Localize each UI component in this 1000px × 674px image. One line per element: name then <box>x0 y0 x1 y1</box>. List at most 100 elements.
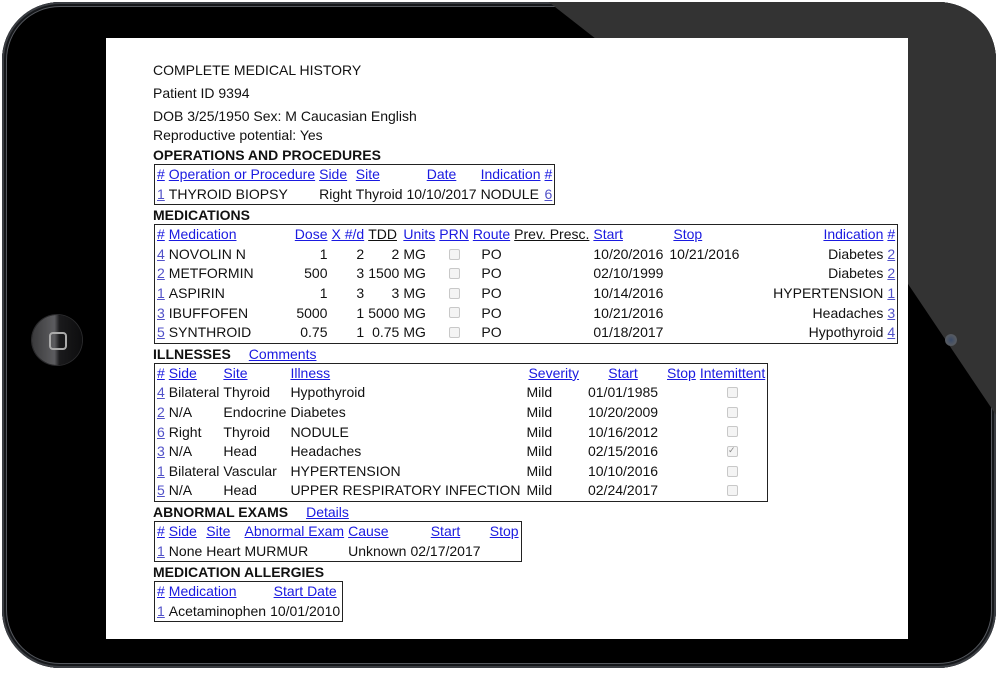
col-header-medication[interactable]: Medication <box>169 583 237 599</box>
comments-link[interactable]: Comments <box>249 346 317 362</box>
col-header-frequency[interactable]: X #/d <box>331 226 364 242</box>
start-cell: 10/10/2016 <box>587 462 659 479</box>
illness-cell: Headaches <box>290 443 362 460</box>
row-number-link[interactable]: 3 <box>157 443 165 459</box>
prn-checkbox[interactable] <box>448 248 460 260</box>
indication-ref-link[interactable]: 1 <box>887 285 895 301</box>
home-button-icon[interactable] <box>32 315 82 365</box>
site-cell: Head <box>223 443 257 460</box>
units-cell: MG <box>403 265 426 282</box>
prn-checkbox[interactable] <box>448 287 460 299</box>
row-number-link[interactable]: 4 <box>157 384 165 400</box>
col-header-indication[interactable]: Indication <box>481 166 541 182</box>
prev-presc-cell <box>512 323 591 343</box>
intermittent-checkbox[interactable] <box>727 387 739 399</box>
col-header-indication[interactable]: Indication <box>823 226 883 242</box>
row-number-link[interactable]: 2 <box>157 265 165 281</box>
table-row: 2 N/A Endocrine Diabetes Mild 10/20/2009 <box>155 403 767 423</box>
row-number-link[interactable]: 1 <box>157 186 165 202</box>
dose-cell: 0.75 <box>300 324 328 341</box>
indication-ref-link[interactable]: 3 <box>887 305 895 321</box>
row-number-link[interactable]: 3 <box>157 305 165 321</box>
row-number-link[interactable]: 1 <box>157 543 165 559</box>
col-header-num[interactable]: # <box>157 583 165 599</box>
site-cell: Head <box>223 482 257 499</box>
col-header-num[interactable]: # <box>157 226 165 242</box>
route-cell: PO <box>481 245 502 262</box>
procedure-cell: THYROID BIOPSY <box>168 185 288 202</box>
intermittent-checkbox[interactable] <box>727 465 739 477</box>
col-header-prn[interactable]: PRN <box>439 226 469 242</box>
severity-cell: Mild <box>526 443 553 460</box>
start-cell: 01/18/2017 <box>593 324 664 341</box>
col-header-site[interactable]: Site <box>206 523 230 539</box>
row-number-link[interactable]: 1 <box>157 463 165 479</box>
medication-cell: Acetaminophen <box>168 602 267 619</box>
col-header-stop[interactable]: Stop <box>673 226 702 242</box>
col-header-side[interactable]: Side <box>319 166 347 182</box>
row-number-link[interactable]: 1 <box>157 603 165 619</box>
indication-cell: Diabetes <box>828 265 884 282</box>
col-header-num[interactable]: # <box>157 523 165 539</box>
col-header-start[interactable]: Start <box>608 365 638 381</box>
table-header-row: # Operation or Procedure Side Site Date … <box>155 165 554 185</box>
prev-presc-cell <box>512 245 591 265</box>
row-number-link[interactable]: 5 <box>157 324 165 340</box>
col-header-stop[interactable]: Stop <box>667 365 696 381</box>
prn-checkbox[interactable] <box>448 268 460 280</box>
prev-presc-cell <box>512 304 591 324</box>
indication-ref-link[interactable]: 2 <box>887 246 895 262</box>
stop-cell <box>665 481 698 501</box>
page-title: COMPLETE MEDICAL HISTORY <box>153 62 362 78</box>
col-header-site[interactable]: Site <box>223 365 247 381</box>
col-header-side[interactable]: Side <box>169 365 197 381</box>
col-header-start[interactable]: Start <box>431 523 461 539</box>
col-header-dose[interactable]: Dose <box>295 226 328 242</box>
prev-presc-cell <box>512 284 591 304</box>
table-row: 3 IBUFFOFEN 5000 1 5000 MG PO 10/21/2016 Headach… <box>155 304 897 324</box>
illnesses-title: ILLNESSES <box>153 345 231 362</box>
col-header-stop[interactable]: Stop <box>490 523 519 539</box>
frequency-cell: 1 <box>356 304 365 321</box>
row-number-link[interactable]: 4 <box>157 246 165 262</box>
col-header-severity[interactable]: Severity <box>528 365 579 381</box>
col-header-start-date[interactable]: Start Date <box>274 583 337 599</box>
row-number-link[interactable]: 6 <box>157 424 165 440</box>
medication-cell: IBUFFOFEN <box>168 304 249 321</box>
prn-checkbox[interactable] <box>448 326 460 338</box>
indication-ref-link[interactable]: 2 <box>887 265 895 281</box>
col-header-route[interactable]: Route <box>473 226 510 242</box>
col-header-site[interactable]: Site <box>356 166 380 182</box>
col-header-ref[interactable]: # <box>545 166 553 182</box>
col-header-ref[interactable]: # <box>887 226 895 242</box>
start-cell: 01/01/1985 <box>587 384 659 401</box>
intermittent-checkbox[interactable] <box>727 406 739 418</box>
prn-checkbox[interactable] <box>448 307 460 319</box>
indication-ref-link[interactable]: 6 <box>545 186 553 202</box>
details-link[interactable]: Details <box>306 504 349 520</box>
illness-cell: Hypothyroid <box>290 384 366 401</box>
row-number-link[interactable]: 5 <box>157 482 165 498</box>
col-header-units[interactable]: Units <box>403 226 435 242</box>
row-number-link[interactable]: 1 <box>157 285 165 301</box>
col-header-date[interactable]: Date <box>427 166 457 182</box>
demographics: DOB 3/25/1950 Sex: M Caucasian English <box>153 108 417 124</box>
site-cell: Heart <box>206 542 241 559</box>
units-cell: MG <box>403 245 426 262</box>
row-number-link[interactable]: 2 <box>157 404 165 420</box>
intermittent-checkbox[interactable] <box>727 441 739 461</box>
col-header-num[interactable]: # <box>157 365 165 381</box>
col-header-tdd: TDD <box>368 226 397 243</box>
col-header-medication[interactable]: Medication <box>169 226 237 242</box>
col-header-num[interactable]: # <box>157 166 165 182</box>
col-header-side[interactable]: Side <box>169 523 197 539</box>
intermittent-checkbox[interactable] <box>727 426 739 438</box>
col-header-procedure[interactable]: Operation or Procedure <box>169 166 315 182</box>
indication-ref-link[interactable]: 4 <box>887 324 895 340</box>
col-header-illness[interactable]: Illness <box>290 365 330 381</box>
col-header-cause[interactable]: Cause <box>348 523 388 539</box>
col-header-exam[interactable]: Abnormal Exam <box>245 523 345 539</box>
intermittent-checkbox[interactable] <box>727 485 739 497</box>
col-header-start[interactable]: Start <box>593 226 623 242</box>
col-header-intermittent[interactable]: Intemittent <box>700 365 765 381</box>
